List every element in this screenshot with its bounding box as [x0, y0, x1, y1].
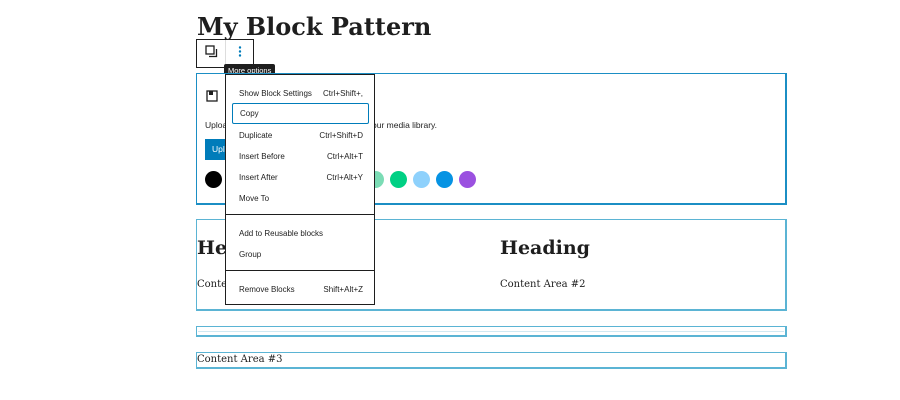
menu-item-label: Remove Blocks [239, 285, 295, 294]
menu-item-insert-before[interactable]: Insert Before Ctrl+Alt+T [232, 146, 369, 167]
menu-item-show-block-settings[interactable]: Show Block Settings Ctrl+Shift+, [232, 83, 369, 104]
page-title: My Block Pattern [197, 12, 432, 41]
menu-item-remove-blocks[interactable]: Remove Blocks Shift+Alt+Z [232, 279, 369, 300]
column-1-text[interactable]: Conte [197, 279, 227, 290]
menu-item-shortcut: Ctrl+Alt+T [326, 152, 363, 161]
separator-block[interactable] [196, 326, 787, 337]
menu-divider [226, 270, 374, 271]
menu-item-label: Move To [239, 194, 270, 203]
menu-item-label: Insert Before [239, 152, 285, 161]
menu-item-label: Copy [240, 109, 259, 118]
color-swatch-green[interactable] [390, 171, 407, 188]
menu-item-shortcut: Ctrl+Shift+D [319, 131, 363, 140]
paragraph-block[interactable] [196, 352, 787, 369]
menu-item-add-to-reusable-blocks[interactable]: Add to Reusable blocks [232, 223, 369, 244]
color-swatch-purple[interactable] [459, 171, 476, 188]
kebab-menu-icon [237, 45, 243, 63]
menu-item-shortcut: Ctrl+Shift+, [322, 89, 363, 98]
menu-item-label: Add to Reusable blocks [239, 229, 324, 238]
color-swatch-blue[interactable] [436, 171, 453, 188]
column-2-heading[interactable]: Heading [500, 237, 590, 259]
menu-item-move-to[interactable]: Move To [232, 188, 369, 209]
media-placeholder-description-end: our media library. [372, 120, 438, 130]
more-options-button[interactable] [225, 40, 253, 67]
menu-divider [226, 214, 374, 215]
menu-item-label: Show Block Settings [239, 89, 312, 98]
block-type-button[interactable] [197, 40, 225, 67]
column-2-text[interactable]: Content Area #2 [500, 279, 586, 290]
menu-item-insert-after[interactable]: Insert After Ctrl+Alt+Y [232, 167, 369, 188]
paragraph-text[interactable]: Content Area #3 [197, 354, 283, 365]
menu-item-shortcut: Ctrl+Alt+Y [326, 173, 363, 182]
menu-item-label: Insert After [239, 173, 278, 182]
menu-item-label: Group [239, 250, 262, 259]
menu-item-group[interactable]: Group [232, 244, 369, 265]
color-swatch-black[interactable] [205, 171, 222, 188]
menu-item-shortcut: Shift+Alt+Z [323, 285, 363, 294]
more-options-menu: Show Block Settings Ctrl+Shift+, Copy Du… [225, 74, 375, 305]
menu-item-duplicate[interactable]: Duplicate Ctrl+Shift+D [232, 125, 369, 146]
reusable-block-icon [204, 44, 218, 63]
menu-item-copy[interactable]: Copy [232, 103, 369, 124]
image-icon [206, 89, 218, 107]
separator-line [198, 331, 784, 332]
color-swatch-light-blue[interactable] [413, 171, 430, 188]
menu-item-label: Duplicate [239, 131, 273, 140]
media-placeholder-description: Uploa [205, 120, 228, 130]
